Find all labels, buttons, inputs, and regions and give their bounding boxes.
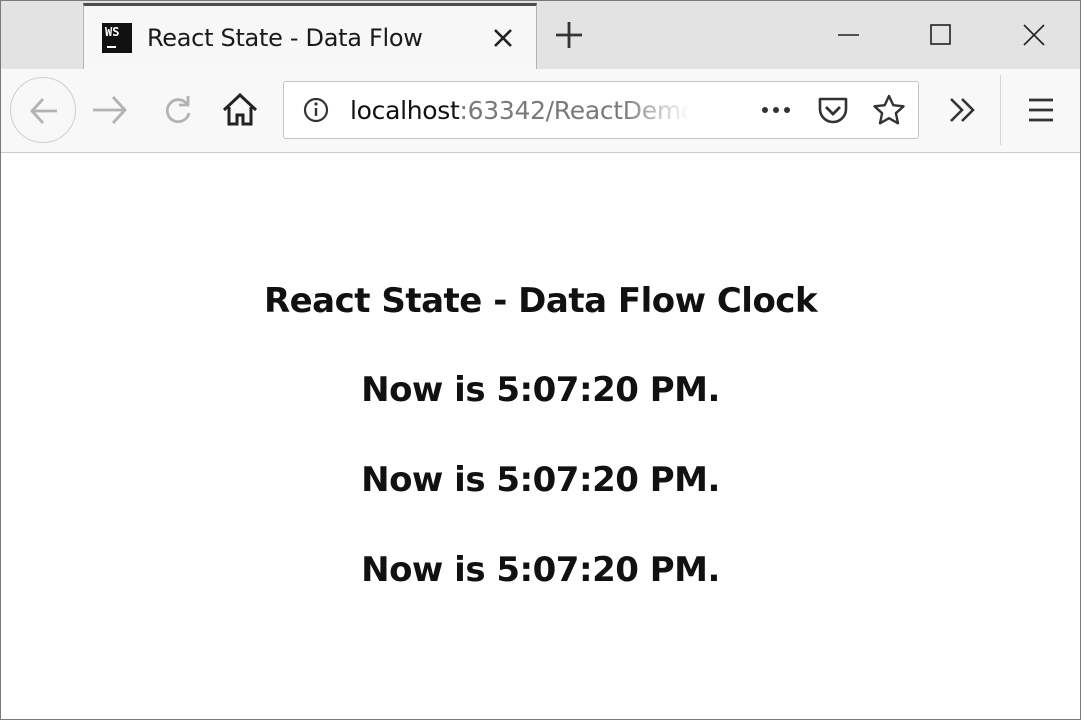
site-info-icon[interactable]: [302, 96, 330, 124]
clock-line: Now is 5:07:20 PM.: [361, 550, 720, 590]
overflow-double-chevron-right-icon[interactable]: [943, 87, 983, 133]
back-button[interactable]: [10, 77, 76, 143]
arrow-left-icon: [30, 98, 57, 124]
tab-title: React State - Data Flow: [147, 24, 423, 52]
url-bar[interactable]: localhost:63342/ReactDemo/: [283, 81, 919, 139]
bookmark-star-icon[interactable]: [872, 93, 906, 127]
toolbar-divider: [1000, 75, 1001, 145]
navigation-toolbar: localhost:63342/ReactDemo/: [1, 69, 1080, 153]
reload-button[interactable]: [153, 85, 203, 135]
hamburger-menu-icon[interactable]: [1022, 91, 1060, 129]
pocket-icon[interactable]: [816, 94, 850, 126]
new-tab-plus-icon[interactable]: [551, 17, 587, 53]
arrow-right-icon: [93, 96, 127, 124]
tab-strip: WS React State - Data Flow: [1, 1, 1080, 69]
tab-react-state[interactable]: WS React State - Data Flow: [83, 3, 537, 69]
url-host: localhost: [350, 96, 460, 125]
clock-line: Now is 5:07:20 PM.: [361, 460, 720, 500]
reload-icon: [165, 96, 191, 123]
maximize-icon[interactable]: [921, 15, 961, 55]
page-actions-ellipsis-icon[interactable]: [758, 96, 794, 124]
home-button[interactable]: [215, 85, 265, 135]
clock-line: Now is 5:07:20 PM.: [361, 370, 720, 410]
url-path: :63342/ReactDemo/: [459, 96, 690, 125]
url-text[interactable]: localhost:63342/ReactDemo/: [350, 96, 690, 126]
window-close-icon[interactable]: [1014, 15, 1054, 55]
page-title: React State - Data Flow Clock: [263, 281, 818, 321]
forward-button[interactable]: [84, 85, 134, 135]
home-icon: [222, 92, 258, 126]
page-content: React State - Data Flow Clock Now is 5:0…: [1, 153, 1080, 719]
tab-close-icon[interactable]: [489, 24, 517, 52]
webstorm-icon: WS: [102, 23, 132, 53]
minimize-icon[interactable]: [829, 15, 869, 55]
browser-window: WS React State - Data Flow localhost:633…: [0, 0, 1081, 720]
